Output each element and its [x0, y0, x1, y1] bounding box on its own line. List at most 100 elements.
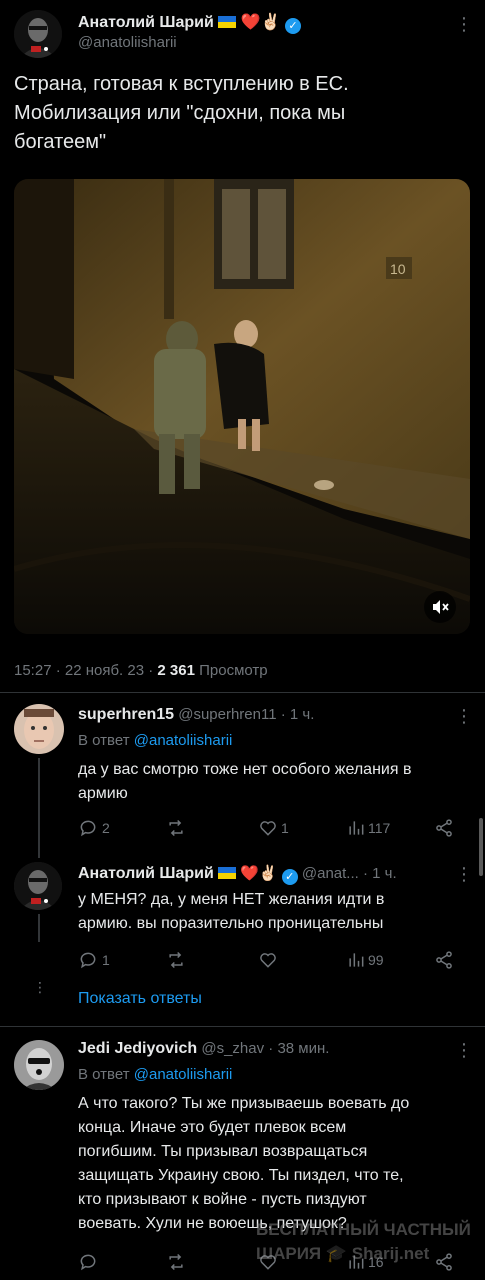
- views-button[interactable]: 117: [346, 818, 390, 838]
- thread-line: [38, 914, 40, 942]
- reply-text: да у вас смотрю тоже нет особого желания…: [78, 758, 478, 806]
- reply-header[interactable]: superhren15 @superhren11 · 1 ч.: [78, 706, 314, 724]
- tweet-text-line: Страна, готовая к вступлению в ЕС.: [14, 73, 349, 95]
- thread-line: [38, 758, 40, 858]
- thread-dots: ⋮: [33, 979, 47, 995]
- reply-author-handle[interactable]: @superhren11: [178, 706, 276, 723]
- reply-button[interactable]: 2: [78, 818, 110, 838]
- replying-to-link[interactable]: @anatoliisharii: [134, 732, 233, 749]
- views-count: 99: [368, 952, 384, 968]
- tweet-video[interactable]: 10: [14, 179, 470, 634]
- reply-text-line: армию. вы поразительно проницательны: [78, 915, 384, 932]
- author-name[interactable]: Анатолий Шарий: [78, 14, 214, 31]
- more-options-icon[interactable]: ⋮: [455, 1040, 473, 1061]
- watermark: БЕСПЛАТНЫЙ ЧАСТНЫЙ ШАРИЯ 🎓 Sharij.net: [256, 1218, 471, 1266]
- emoji-text: ❤️✌🏻: [240, 865, 278, 882]
- views-count: 2 361: [157, 662, 195, 679]
- tweet-text-line: Мобилизация или "сдохни, пока мы: [14, 102, 346, 124]
- reply-actions: 2 1 117: [78, 818, 458, 840]
- reply-text-line: армию: [78, 785, 128, 802]
- more-options-icon[interactable]: ⋮: [455, 706, 473, 727]
- reply-author-handle[interactable]: @s_zhav: [201, 1040, 264, 1057]
- tweet-meta: 15:27 · 22 нояб. 23 · 2 361 Просмотр: [14, 662, 268, 679]
- reply-header[interactable]: Анатолий Шарий ❤️✌🏻 ✓ @anat... · 1 ч.: [78, 864, 397, 885]
- reply-text: у МЕНЯ? да, у меня НЕТ желания идти в ар…: [78, 888, 478, 936]
- replying-to-label: В ответ: [78, 732, 134, 749]
- reply-text-line: конца. Иначе это будет плевок всем: [78, 1119, 347, 1136]
- reply-icon: [80, 820, 96, 837]
- reply-author-name[interactable]: superhren15: [78, 706, 174, 723]
- tweet-text: Страна, готовая к вступлению в ЕС. Мобил…: [14, 70, 474, 157]
- heart-icon: [260, 953, 276, 968]
- tweet-text-line: богатеем": [14, 131, 107, 153]
- watermark-line: ШАРИЯ: [256, 1244, 322, 1263]
- reply-text: А что такого? Ты же призываешь воевать д…: [78, 1092, 478, 1236]
- video-frame: 10: [14, 179, 470, 634]
- heart-icon: [260, 821, 276, 836]
- verified-badge-icon: ✓: [285, 18, 302, 34]
- reply-icon: [80, 1254, 96, 1271]
- share-icon: [436, 951, 452, 969]
- reply-time[interactable]: · 1 ч.: [363, 865, 397, 882]
- house-number: 10: [390, 261, 406, 277]
- watermark-line: Sharij.net: [351, 1244, 430, 1263]
- share-icon: [436, 819, 452, 837]
- reply-header[interactable]: Jedi Jediyovich @s_zhav · 38 мин.: [78, 1040, 329, 1058]
- reply-author-handle[interactable]: @anat...: [302, 865, 359, 882]
- like-count: 1: [281, 820, 289, 836]
- ukraine-flag-icon: [218, 16, 237, 28]
- retweet-icon: [169, 951, 183, 969]
- more-options-icon[interactable]: ⋮: [455, 14, 473, 35]
- reply-text-line: кто призывают к войне - пусть пиздуют: [78, 1191, 367, 1208]
- reply-count: 2: [102, 820, 110, 836]
- replying-to-label: В ответ: [78, 1066, 134, 1083]
- verified-badge-icon: ✓: [281, 869, 298, 885]
- retweet-button[interactable]: [166, 950, 186, 970]
- emoji-text: ❤️✌🏻: [240, 14, 281, 31]
- retweet-icon: [169, 819, 183, 837]
- author-handle[interactable]: @anatoliisharii: [78, 34, 177, 51]
- like-button[interactable]: 1: [258, 818, 289, 838]
- reply-text-line: защищать Украину свою. Ты пиздел, что те…: [78, 1167, 404, 1184]
- share-button[interactable]: [434, 818, 454, 838]
- views-icon: [349, 953, 364, 967]
- views-button[interactable]: 99: [346, 950, 384, 970]
- views-count: 117: [368, 820, 391, 836]
- watermark-hat-icon: 🎓: [325, 1244, 348, 1263]
- reply-icon: [80, 952, 96, 969]
- reply-actions: 1 99: [78, 950, 458, 972]
- reply-avatar[interactable]: [14, 862, 62, 910]
- show-replies-link[interactable]: Показать ответы: [78, 990, 202, 1008]
- views-icon: [349, 821, 364, 835]
- reply-text-line: А что такого? Ты же призываешь воевать д…: [78, 1095, 410, 1112]
- tweet-timestamp[interactable]: 15:27 · 22 нояб. 23 ·: [14, 662, 157, 679]
- replying-to-link[interactable]: @anatoliisharii: [134, 1066, 233, 1083]
- reply-text-line: да у вас смотрю тоже нет особого желания…: [78, 761, 412, 778]
- author-name-row[interactable]: Анатолий Шарий ❤️✌🏻 ✓: [78, 12, 302, 34]
- divider: [0, 1026, 485, 1027]
- like-button[interactable]: [258, 950, 278, 970]
- retweet-button[interactable]: [166, 1252, 186, 1272]
- reply-author-name[interactable]: Jedi Jediyovich: [78, 1040, 197, 1057]
- reply-text-line: погибшим. Ты призывал возвращаться: [78, 1143, 368, 1160]
- retweet-icon: [169, 1253, 183, 1271]
- speaker-muted-icon: [433, 600, 449, 614]
- watermark-line: БЕСПЛАТНЫЙ ЧАСТНЫЙ: [256, 1220, 471, 1239]
- reply-author-name[interactable]: Анатолий Шарий: [78, 865, 214, 882]
- reply-time[interactable]: · 1 ч.: [281, 706, 315, 723]
- more-options-icon[interactable]: ⋮: [455, 864, 473, 885]
- replying-to: В ответ @anatoliisharii: [78, 1066, 232, 1083]
- reply-avatar[interactable]: [14, 704, 64, 754]
- reply-time[interactable]: · 38 мин.: [268, 1040, 329, 1057]
- ukraine-flag-icon: [218, 867, 236, 879]
- scrollbar[interactable]: [479, 818, 483, 876]
- author-avatar[interactable]: [14, 10, 62, 58]
- reply-button[interactable]: 1: [78, 950, 110, 970]
- mute-button[interactable]: [424, 591, 456, 623]
- reply-button[interactable]: [78, 1252, 98, 1272]
- reply-count: 1: [102, 952, 110, 968]
- divider: [0, 692, 485, 693]
- reply-avatar[interactable]: [14, 1040, 64, 1090]
- retweet-button[interactable]: [166, 818, 186, 838]
- share-button[interactable]: [434, 950, 454, 970]
